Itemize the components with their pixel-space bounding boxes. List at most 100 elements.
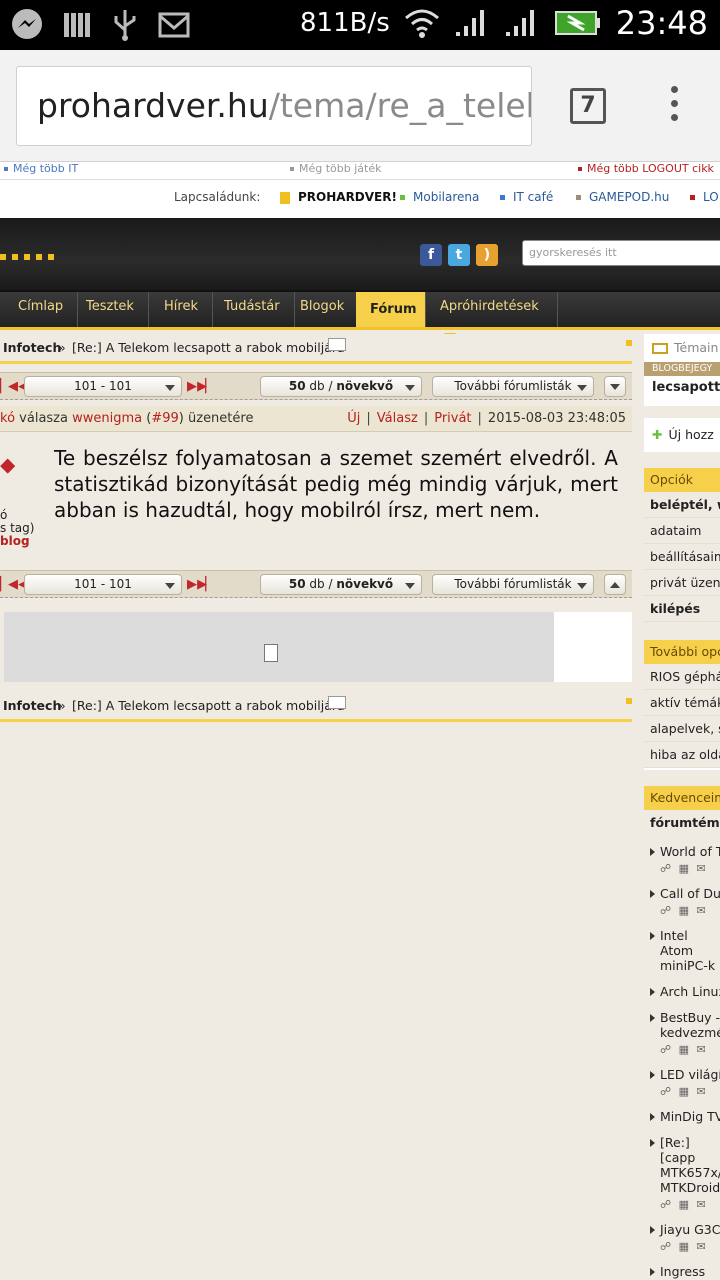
fav-topic[interactable]: Call of Dut ☍ ▦ ✉ [644, 886, 720, 917]
address-bar[interactable]: prohardver.hu/tema/re_a_teleko [16, 66, 532, 146]
more-option-item[interactable]: hiba az olda [644, 742, 720, 768]
breadcrumb-section[interactable]: Infotech [3, 340, 61, 355]
new-button[interactable]: Új [347, 406, 360, 432]
fav-actions-icons[interactable]: ☍ ▦ ✉ [660, 1239, 720, 1253]
blog-title-link[interactable]: lecsapott a [644, 376, 720, 400]
more-logout-link[interactable]: Még több LOGOUT cikk [587, 162, 714, 175]
breadcrumb: Infotech » [Re:] A Telekom lecsapott a r… [0, 334, 632, 364]
fav-topic[interactable]: World of T ☍ ▦ ✉ [644, 844, 720, 875]
facebook-icon[interactable]: f [420, 244, 442, 266]
expand-toggle-button[interactable] [604, 574, 626, 595]
tab-switcher-button[interactable]: 7 [570, 88, 606, 124]
family-gamepod-link[interactable]: GAMEPOD.hu [576, 190, 669, 204]
more-forumlists-select[interactable]: További fórumlisták [432, 376, 594, 397]
library-icon [64, 13, 90, 37]
site-family-bar: Lapcsaládunk: PROHARDVER! Mobilarena IT … [0, 180, 720, 218]
user-blog-link[interactable]: blog [0, 535, 34, 548]
breadcrumb-section[interactable]: Infotech [3, 698, 61, 713]
logout-link[interactable]: kilépés [644, 596, 720, 622]
overflow-menu-icon[interactable] [662, 86, 686, 126]
fav-actions-icons[interactable]: ☍ ▦ ✉ [660, 1042, 720, 1056]
nav-cimlap[interactable]: Címlap [4, 292, 79, 327]
next-last-icon[interactable]: ▶ ▶▏ [187, 379, 215, 394]
fav-topic[interactable]: LED világít☍ ▦ ✉ [644, 1067, 720, 1098]
family-mobilarena-link[interactable]: Mobilarena [400, 190, 479, 204]
first-prev-icon[interactable]: ▏◀ ◀ [0, 577, 28, 592]
first-prev-icon[interactable]: ▏◀ ◀ [0, 379, 28, 394]
per-page-select[interactable]: 50 db / növekvő [260, 376, 422, 397]
private-button[interactable]: Privát [434, 406, 471, 432]
status-bar: 811B/s 23:48 [0, 0, 720, 50]
topics-label: Témain [644, 334, 720, 362]
fav-topic[interactable]: Jiayu G3C ☍ ▦ ✉ [644, 1222, 720, 1253]
rss-icon[interactable]: ) [476, 244, 498, 266]
more-options-box: További opc RIOS géphá aktív témák, alap… [644, 640, 720, 770]
more-option-item[interactable]: aktív témák, [644, 690, 720, 716]
nav-forum[interactable]: Fórum [356, 292, 426, 327]
nav-aprohirdetesek[interactable]: Apróhirdetések [426, 292, 558, 340]
next-last-icon[interactable]: ▶ ▶▏ [187, 577, 215, 592]
more-option-item[interactable]: RIOS géphá [644, 664, 720, 690]
marker-dot [626, 698, 632, 704]
message-header: kó válasza wwenigma (#99) üzenetére Új | … [0, 406, 632, 432]
chevron-down-icon [610, 384, 620, 390]
fav-topic[interactable]: MinDig TV [644, 1109, 720, 1124]
usb-icon [114, 10, 136, 41]
messenger-icon [12, 9, 42, 39]
page-range-select[interactable]: 101 - 101 [24, 376, 182, 397]
blog-badge: BLOGBEJEGY [644, 362, 720, 376]
nav-blogok[interactable]: Blogok [286, 292, 360, 327]
logged-in-item[interactable]: beléptél, ww [644, 492, 720, 518]
nav-hirek[interactable]: Hírek [150, 292, 213, 327]
more-option-item[interactable]: alapelvek, s [644, 716, 720, 742]
quick-search-input[interactable]: gyorskeresés itt [522, 240, 720, 266]
collapse-toggle-button[interactable] [604, 376, 626, 397]
nav-tesztek[interactable]: Tesztek [72, 292, 149, 327]
family-logout-link[interactable]: LO [690, 190, 719, 204]
more-options-head: További opc [644, 640, 720, 664]
author-name[interactable]: kó [0, 411, 15, 426]
envelope-icon[interactable] [328, 696, 346, 709]
page-range-select[interactable]: 101 - 101 [24, 574, 182, 595]
folder-icon [652, 343, 668, 354]
my-data-link[interactable]: adataim [644, 518, 720, 544]
fav-topic[interactable]: Ingress [644, 1264, 720, 1279]
favorites-box: Kedvenceim fórumtémák World of T☍ ▦ ✉ Ca… [644, 786, 720, 1280]
nav-tudastar[interactable]: Tudástár [210, 292, 295, 327]
reply-to-user[interactable]: wwenigma [72, 411, 142, 426]
twitter-icon[interactable]: t [448, 244, 470, 266]
breadcrumb-sep: » [58, 340, 66, 355]
more-it-link[interactable]: Még több IT [13, 162, 78, 175]
fav-actions-icons[interactable]: ☍ ▦ ✉ [660, 1084, 720, 1098]
fav-actions-icons[interactable]: ☍ ▦ ✉ [660, 861, 720, 875]
fav-topic[interactable]: Arch Linux [644, 984, 720, 999]
fav-actions-icons[interactable]: ☍ ▦ ✉ [660, 903, 720, 917]
message-body: ⬥ ó s tag) blog Te beszélsz folyamatosan… [0, 433, 632, 569]
reply-button[interactable]: Válasz [377, 406, 418, 432]
envelope-icon[interactable] [328, 338, 346, 351]
options-head: Opciók [644, 468, 720, 492]
signal-icon [455, 10, 484, 36]
more-forumlists-select[interactable]: További fórumlisták [432, 574, 594, 595]
my-settings-link[interactable]: beállításaim [644, 544, 720, 570]
sidebar: Témain BLOGBEJEGY lecsapott a ✚Új hozz O… [644, 334, 720, 1280]
wifi-icon [404, 9, 439, 38]
more-games-link[interactable]: Még több játék [299, 162, 382, 175]
blog-box: Témain BLOGBEJEGY lecsapott a [644, 334, 720, 406]
fav-actions-icons[interactable]: ☍ ▦ ✉ [660, 1197, 720, 1211]
favorites-sub: fórumtémák [650, 815, 720, 830]
family-itcafe-link[interactable]: IT café [500, 190, 553, 204]
battery-icon [554, 11, 600, 35]
site-banner: f t ) gyorskeresés itt [0, 218, 720, 292]
per-page-select[interactable]: 50 db / növekvő [260, 574, 422, 595]
family-prohardver-link[interactable]: PROHARDVER! [280, 190, 397, 204]
options-box: Opciók beléptél, ww adataim beállításaim… [644, 468, 720, 622]
fav-topic[interactable]: Intel Atom miniPC-k [644, 928, 720, 973]
browser-toolbar: prohardver.hu/tema/re_a_teleko 7 [0, 50, 720, 162]
private-messages-link[interactable]: privát üzene [644, 570, 720, 596]
fav-topic[interactable]: BestBuy - kedvezmé ☍ ▦ ✉ [644, 1010, 720, 1056]
avatar[interactable]: ⬥ [0, 453, 15, 493]
reply-to-ref[interactable]: #99 [151, 411, 178, 426]
fav-topic[interactable]: [Re:] [capp MTK657x/ MTKDroid ☍ ▦ ✉ [644, 1135, 720, 1211]
new-add-button[interactable]: ✚ Új hozz [644, 418, 720, 452]
